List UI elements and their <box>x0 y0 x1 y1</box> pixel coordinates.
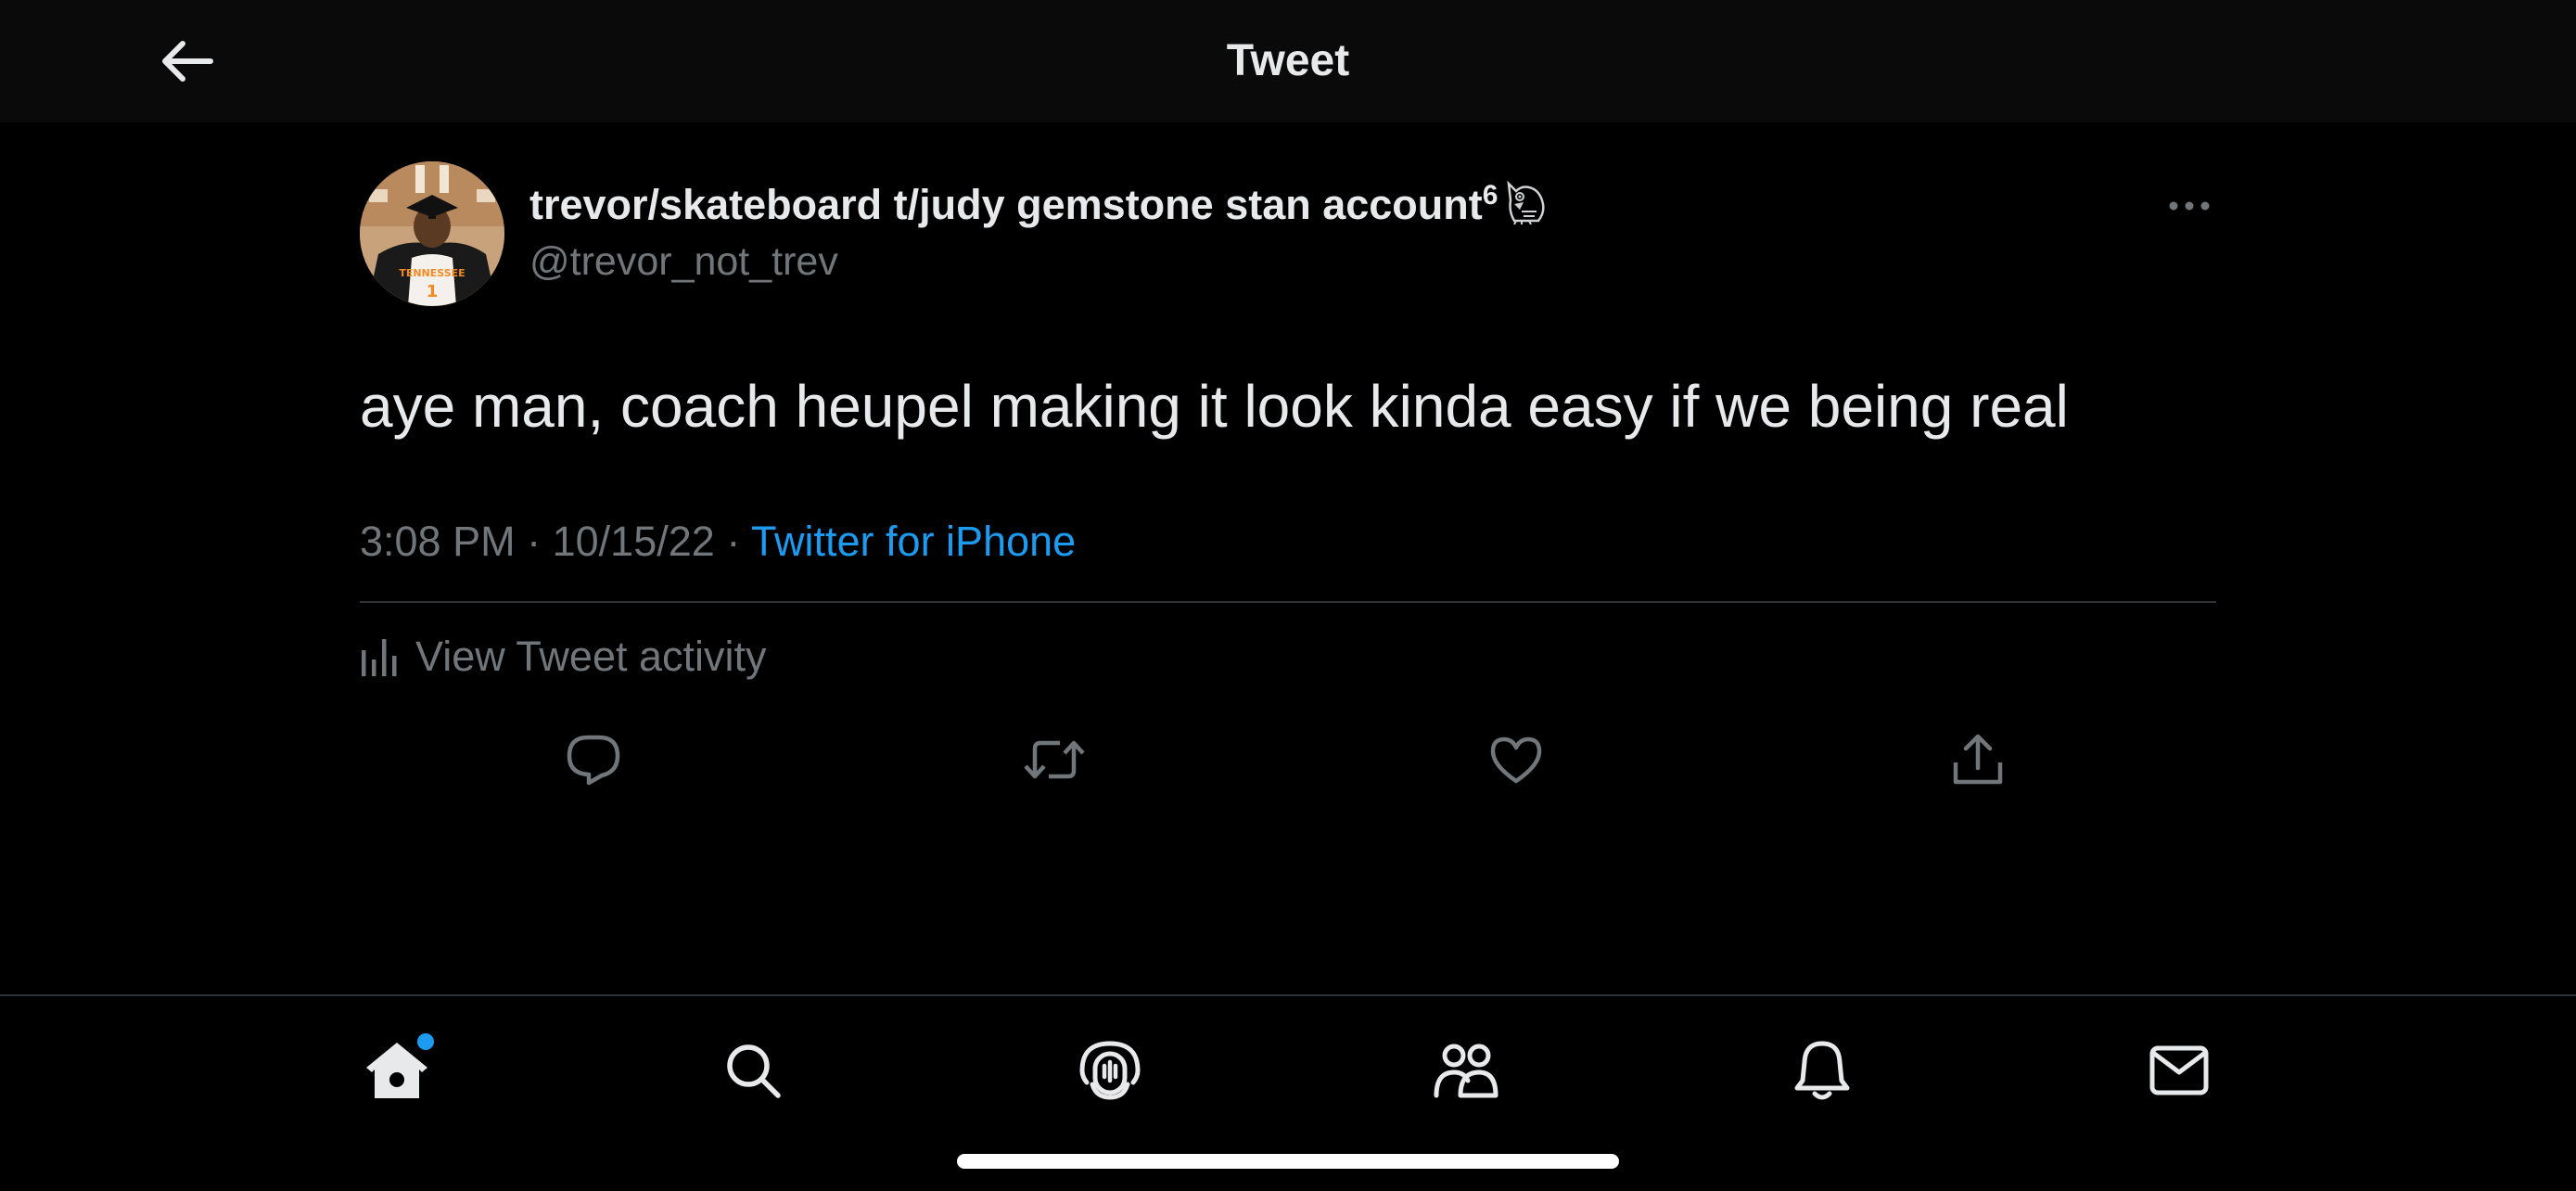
view-tweet-activity-button[interactable]: View Tweet activity <box>360 627 767 686</box>
retweet-icon <box>1024 740 1085 779</box>
spaces-icon <box>1079 1041 1141 1100</box>
divider <box>360 601 2216 603</box>
top-bar: Tweet <box>0 0 2576 122</box>
tweet-time: 3:08 PM <box>360 518 516 565</box>
meta-separator: · <box>527 518 542 565</box>
tweet-meta: 3:08 PM · 10/15/22 · Twitter for iPhone <box>360 514 1076 570</box>
tab-notifications[interactable] <box>1781 1030 1863 1111</box>
tweet-source-link[interactable]: Twitter for iPhone <box>751 518 1076 565</box>
user-handle[interactable]: @trevor_not_trev <box>529 236 838 288</box>
owl-icon <box>1507 180 1545 224</box>
like-button[interactable] <box>1484 727 1549 792</box>
share-icon <box>1953 734 2003 785</box>
heart-icon <box>1490 736 1542 784</box>
retweet-button[interactable] <box>1022 727 1087 792</box>
share-button[interactable] <box>1945 727 2010 792</box>
avatar-image: TENNESSEE 1 <box>360 161 504 306</box>
tweet-detail-screen: Tweet TENNESSEE 1 trevor/skateboard t/ju… <box>0 0 2576 1191</box>
tab-spaces[interactable] <box>1069 1030 1151 1111</box>
tweet-date: 10/15/22 <box>552 518 715 565</box>
search-icon <box>727 1044 781 1098</box>
tab-messages[interactable] <box>2138 1030 2220 1111</box>
reply-button[interactable] <box>561 727 626 792</box>
tab-communities[interactable] <box>1425 1030 1507 1111</box>
bar-chart-icon <box>362 639 397 676</box>
more-options-button[interactable] <box>2166 186 2213 226</box>
activity-label: View Tweet activity <box>415 633 767 680</box>
reply-icon <box>567 735 620 786</box>
tab-home[interactable] <box>356 1030 438 1111</box>
meta-separator: · <box>726 518 741 565</box>
tweet-text: aye man, coach heupel making it look kin… <box>360 373 2069 440</box>
mail-icon <box>2149 1045 2209 1095</box>
tab-search[interactable] <box>712 1030 794 1111</box>
bell-icon <box>1794 1041 1850 1100</box>
page-title: Tweet <box>1226 36 1350 85</box>
display-name-text: trevor/skateboard t/judy gemstone stan a… <box>529 181 1483 228</box>
more-horizontal-icon <box>2169 201 2210 211</box>
svg-text:TENNESSEE: TENNESSEE <box>399 267 465 279</box>
display-name-superscript: 6 <box>1482 180 1498 211</box>
notification-dot <box>417 1033 434 1050</box>
home-icon <box>366 1043 427 1098</box>
communities-icon <box>1434 1044 1498 1098</box>
display-name[interactable]: trevor/skateboard t/judy gemstone stan a… <box>529 174 1549 231</box>
home-indicator[interactable] <box>957 1154 1619 1169</box>
avatar[interactable]: TENNESSEE 1 <box>360 161 504 306</box>
svg-text:1: 1 <box>427 282 439 301</box>
